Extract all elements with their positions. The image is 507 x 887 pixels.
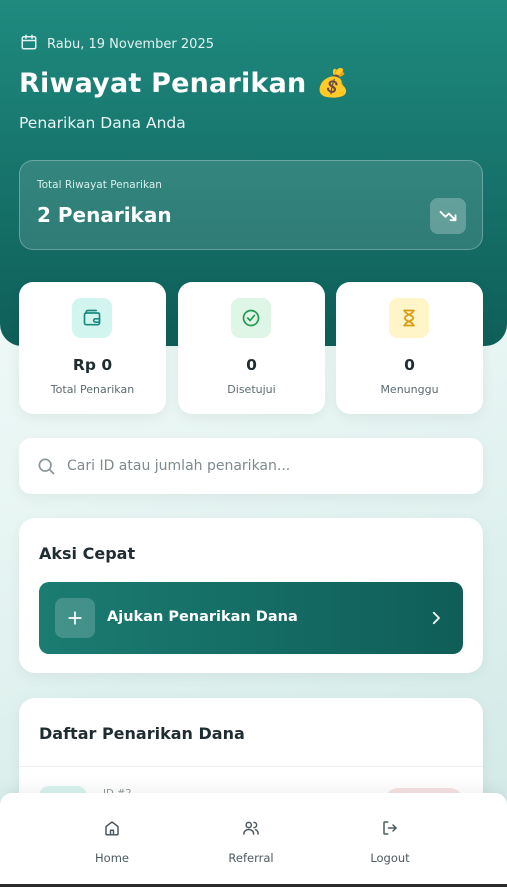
- stat-card-total: Rp 0 Total Penarikan: [19, 282, 166, 414]
- stat-label: Disetujui: [227, 383, 276, 396]
- trending-down-icon: [430, 198, 466, 234]
- stat-label: Menunggu: [380, 383, 439, 396]
- total-withdrawals-card: Total Riwayat Penarikan 2 Penarikan: [19, 160, 483, 250]
- home-icon: [67, 819, 157, 837]
- chevron-right-icon: [432, 611, 440, 625]
- section-title: Aksi Cepat: [39, 544, 136, 563]
- nav-item-logout[interactable]: Logout: [345, 819, 435, 865]
- current-date: Rabu, 19 November 2025: [47, 36, 214, 52]
- nav-label: Home: [95, 851, 129, 865]
- logout-icon: [345, 819, 435, 837]
- stat-card-pending: 0 Menunggu: [336, 282, 483, 414]
- total-label: Total Riwayat Penarikan: [37, 179, 162, 191]
- search-bar[interactable]: [19, 438, 483, 494]
- nav-label: Referral: [228, 851, 274, 865]
- quick-actions-card: Aksi Cepat Ajukan Penarikan Dana: [19, 518, 483, 673]
- plus-icon: [55, 598, 95, 638]
- nav-item-referral[interactable]: Referral: [206, 819, 296, 865]
- stat-value: 0: [246, 356, 257, 374]
- section-title: Daftar Penarikan Dana: [39, 724, 245, 743]
- hourglass-icon: [389, 298, 429, 338]
- nav-item-home[interactable]: Home: [67, 819, 157, 865]
- request-withdrawal-label: Ajukan Penarikan Dana: [107, 609, 298, 625]
- stat-value: 0: [404, 356, 415, 374]
- date-row: Rabu, 19 November 2025: [20, 33, 214, 55]
- wallet-icon: [72, 298, 112, 338]
- search-input[interactable]: [67, 452, 467, 480]
- stat-value: Rp 0: [72, 356, 113, 374]
- divider: [19, 766, 483, 767]
- check-circle-icon: [231, 298, 271, 338]
- page-subtitle: Penarikan Dana Anda: [19, 114, 186, 132]
- request-withdrawal-button[interactable]: Ajukan Penarikan Dana: [39, 582, 463, 654]
- total-value: 2 Penarikan: [37, 203, 172, 227]
- page-title: Riwayat Penarikan 💰: [19, 68, 350, 99]
- users-icon: [206, 819, 296, 837]
- calendar-icon: [20, 33, 38, 55]
- stat-label: Total Penarikan: [50, 383, 135, 396]
- nav-label: Logout: [370, 851, 410, 865]
- bottom-navigation: Home Referral Logout: [0, 793, 507, 884]
- stat-card-approved: 0 Disetujui: [178, 282, 325, 414]
